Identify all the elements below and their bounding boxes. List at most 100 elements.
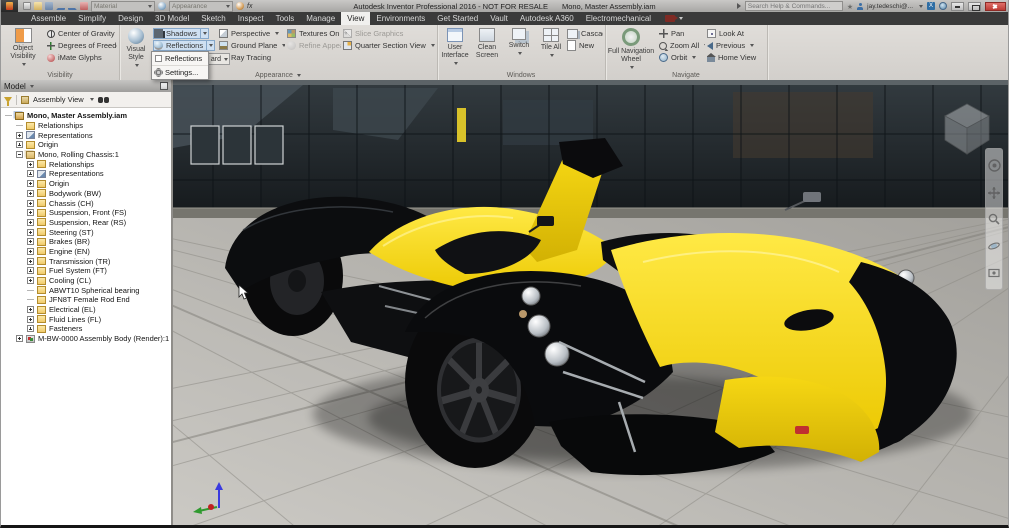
tab-assemble[interactable]: Assemble bbox=[25, 12, 72, 25]
tab-vault[interactable]: Vault bbox=[484, 12, 514, 25]
search-input[interactable] bbox=[744, 1, 843, 11]
tab-design[interactable]: Design bbox=[112, 12, 149, 25]
help-globe-icon[interactable] bbox=[939, 2, 947, 10]
orbit-icon[interactable] bbox=[988, 240, 1000, 252]
close-button[interactable] bbox=[985, 1, 1006, 11]
undo-icon[interactable] bbox=[56, 3, 65, 10]
browser-panel-icon[interactable] bbox=[160, 82, 168, 90]
shadows-dropdown[interactable] bbox=[199, 29, 207, 38]
expand-icon[interactable] bbox=[27, 160, 34, 168]
expand-icon[interactable] bbox=[16, 141, 23, 149]
menu-item-settings-[interactable]: Settings... bbox=[152, 65, 208, 79]
tree-item[interactable]: Cooling (CL) bbox=[1, 276, 171, 286]
filter-icon[interactable] bbox=[4, 96, 12, 106]
navigation-bar[interactable] bbox=[985, 148, 1003, 290]
lighting-style-combo-partially-hidden[interactable]: ard bbox=[207, 53, 230, 65]
tree-item[interactable]: Suspension, Front (FS) bbox=[1, 208, 171, 218]
shadows-button[interactable]: Shadows bbox=[153, 28, 209, 39]
degrees-of-freedom-button[interactable]: Degrees of Freedom bbox=[47, 40, 117, 51]
tree-item[interactable]: Relationships bbox=[1, 159, 171, 169]
look-at-button[interactable]: Look At bbox=[707, 28, 763, 39]
new-window-button[interactable]: New bbox=[567, 40, 603, 51]
search-go-icon[interactable] bbox=[736, 3, 741, 9]
tree-item[interactable]: Origin bbox=[1, 140, 171, 150]
expand-icon[interactable] bbox=[27, 180, 34, 188]
tab-sketch[interactable]: Sketch bbox=[195, 12, 231, 25]
expand-icon[interactable] bbox=[27, 170, 34, 178]
tab-get-started[interactable]: Get Started bbox=[431, 12, 484, 25]
tree-item[interactable]: Fuel System (FT) bbox=[1, 266, 171, 276]
tree-item[interactable]: Mono, Rolling Chassis:1 bbox=[1, 150, 171, 160]
screencast-camera-icon[interactable] bbox=[665, 12, 684, 25]
application-menu-button[interactable] bbox=[1, 0, 18, 12]
home-view-button[interactable]: Home View bbox=[707, 52, 763, 63]
tree-item[interactable]: Brakes (BR) bbox=[1, 237, 171, 247]
tree-item[interactable]: Relationships bbox=[1, 121, 171, 131]
update-icon[interactable] bbox=[80, 2, 88, 10]
tree-item[interactable]: Mono, Master Assembly.iam bbox=[1, 111, 171, 121]
quarter-section-view-button[interactable]: Quarter Section View bbox=[343, 40, 435, 51]
tree-item[interactable]: Fluid Lines (FL) bbox=[1, 314, 171, 324]
home-icon[interactable] bbox=[23, 2, 31, 10]
look-at-icon[interactable] bbox=[988, 267, 1000, 279]
tree-item[interactable]: Representations bbox=[1, 130, 171, 140]
adjust-appearance-icon[interactable] bbox=[236, 2, 244, 10]
tree-item[interactable]: Suspension, Rear (RS) bbox=[1, 218, 171, 228]
expand-icon[interactable] bbox=[27, 325, 34, 333]
imate-glyphs-button[interactable]: iMate Glyphs bbox=[47, 52, 117, 63]
panel-label-windows[interactable]: Windows bbox=[437, 72, 605, 79]
favorites-star-icon[interactable] bbox=[847, 2, 853, 11]
open-icon[interactable] bbox=[34, 2, 42, 10]
cascade-button[interactable]: Cascade bbox=[567, 28, 603, 39]
tab-simplify[interactable]: Simplify bbox=[72, 12, 112, 25]
ground-plane-button[interactable]: Ground Plane bbox=[219, 40, 285, 51]
visual-style-button[interactable]: Visual Style bbox=[121, 27, 151, 75]
tab-manage[interactable]: Manage bbox=[300, 12, 341, 25]
tree-item[interactable]: Representations bbox=[1, 169, 171, 179]
expand-icon[interactable] bbox=[27, 199, 34, 207]
pan-button[interactable]: Pan bbox=[659, 28, 703, 39]
clear-appearance-icon[interactable] bbox=[158, 2, 166, 10]
expand-icon[interactable] bbox=[27, 247, 34, 255]
collapse-icon[interactable] bbox=[16, 151, 23, 159]
tree-item[interactable]: Transmission (TR) bbox=[1, 256, 171, 266]
tree-item[interactable]: Electrical (EL) bbox=[1, 305, 171, 315]
object-visibility-button[interactable]: Object Visibility bbox=[3, 27, 43, 75]
expand-icon[interactable] bbox=[27, 218, 34, 226]
expand-icon[interactable] bbox=[27, 238, 34, 246]
tab-autodesk-a360[interactable]: Autodesk A360 bbox=[514, 12, 580, 25]
navigation-wheel-icon[interactable] bbox=[987, 159, 1001, 172]
zoom-icon[interactable] bbox=[988, 213, 1000, 226]
browser-header[interactable]: Model bbox=[1, 80, 171, 92]
tile-all-button[interactable]: Tile All bbox=[537, 27, 565, 75]
tab-3d-model[interactable]: 3D Model bbox=[149, 12, 195, 25]
previous-view-button[interactable]: Previous bbox=[707, 40, 763, 51]
switch-button[interactable]: Switch bbox=[505, 27, 533, 75]
clean-screen-button[interactable]: Clean Screen bbox=[473, 27, 501, 75]
tree-item[interactable]: ABWT10 Spherical bearing bbox=[1, 285, 171, 295]
graphics-viewport[interactable] bbox=[173, 80, 1008, 525]
tree-item[interactable]: Origin bbox=[1, 179, 171, 189]
tree-item[interactable]: Chassis (CH) bbox=[1, 198, 171, 208]
tab-inspect[interactable]: Inspect bbox=[232, 12, 270, 25]
tree-item[interactable]: Engine (EN) bbox=[1, 247, 171, 257]
panel-label-visibility[interactable]: Visibility bbox=[1, 72, 119, 79]
tab-tools[interactable]: Tools bbox=[270, 12, 301, 25]
orbit-button[interactable]: Orbit bbox=[659, 52, 703, 63]
textures-on-button[interactable]: Textures On bbox=[287, 28, 347, 39]
tree-item[interactable]: Bodywork (BW) bbox=[1, 189, 171, 199]
signed-in-user[interactable]: jay.tedeschi@... bbox=[867, 3, 913, 10]
expand-icon[interactable] bbox=[27, 228, 34, 236]
pan-icon[interactable] bbox=[988, 186, 1000, 199]
expand-icon[interactable] bbox=[27, 189, 34, 197]
expand-icon[interactable] bbox=[16, 335, 23, 343]
reflections-dropdown[interactable] bbox=[206, 41, 214, 50]
full-navigation-wheel-button[interactable]: Full Navigation Wheel bbox=[607, 27, 655, 75]
expand-icon[interactable] bbox=[27, 315, 34, 323]
exchange-apps-icon[interactable] bbox=[927, 2, 935, 10]
reflections-button[interactable]: Reflections bbox=[153, 40, 215, 51]
save-icon[interactable] bbox=[45, 2, 53, 10]
expand-icon[interactable] bbox=[16, 131, 23, 139]
user-interface-button[interactable]: User Interface bbox=[439, 27, 471, 75]
expand-icon[interactable] bbox=[27, 267, 34, 275]
